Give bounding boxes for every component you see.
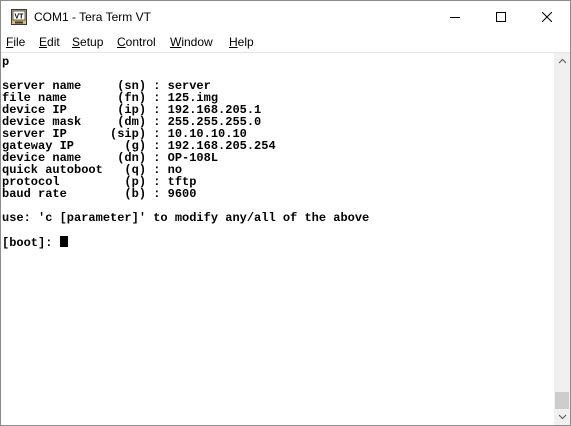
terminal-prompt-line: [boot]:	[2, 236, 68, 250]
menu-edit[interactable]: Edit	[39, 33, 60, 52]
close-button[interactable]	[524, 1, 570, 33]
menu-window[interactable]: Window	[170, 33, 213, 52]
title-bar[interactable]: VT COM1 - Tera Term VT	[1, 1, 570, 33]
scroll-thumb[interactable]	[555, 392, 569, 409]
scroll-up-button[interactable]	[554, 53, 570, 69]
tera-term-window: VT COM1 - Tera Term VT File Edit Setup C…	[0, 0, 571, 426]
menu-file[interactable]: File	[6, 33, 25, 52]
boot-prompt: [boot]:	[2, 236, 60, 250]
close-icon	[542, 12, 552, 22]
maximize-button[interactable]	[478, 1, 524, 33]
tera-term-vt-icon: VT	[11, 9, 27, 25]
svg-text:VT: VT	[15, 14, 25, 21]
terminal-line: baud rate (b) : 9600	[2, 187, 197, 201]
menu-setup[interactable]: Setup	[72, 33, 103, 52]
vertical-scrollbar[interactable]	[554, 53, 570, 425]
menu-control[interactable]: Control	[117, 33, 156, 52]
minimize-icon	[450, 17, 460, 18]
scroll-down-button[interactable]	[554, 409, 570, 425]
chevron-up-icon	[558, 58, 566, 64]
terminal-line: use: 'c [parameter]' to modify any/all o…	[2, 211, 370, 225]
terminal-cursor	[59, 236, 68, 247]
chevron-down-icon	[558, 414, 566, 420]
menu-help[interactable]: Help	[229, 33, 254, 52]
window-title: COM1 - Tera Term VT	[34, 10, 151, 24]
terminal-line: p	[2, 55, 10, 69]
terminal-screen[interactable]: p server name (sn) : server file name (f…	[2, 53, 554, 425]
minimize-button[interactable]	[432, 1, 478, 33]
menu-bar: File Edit Setup Control Window Help	[1, 33, 570, 52]
maximize-icon	[496, 12, 506, 22]
